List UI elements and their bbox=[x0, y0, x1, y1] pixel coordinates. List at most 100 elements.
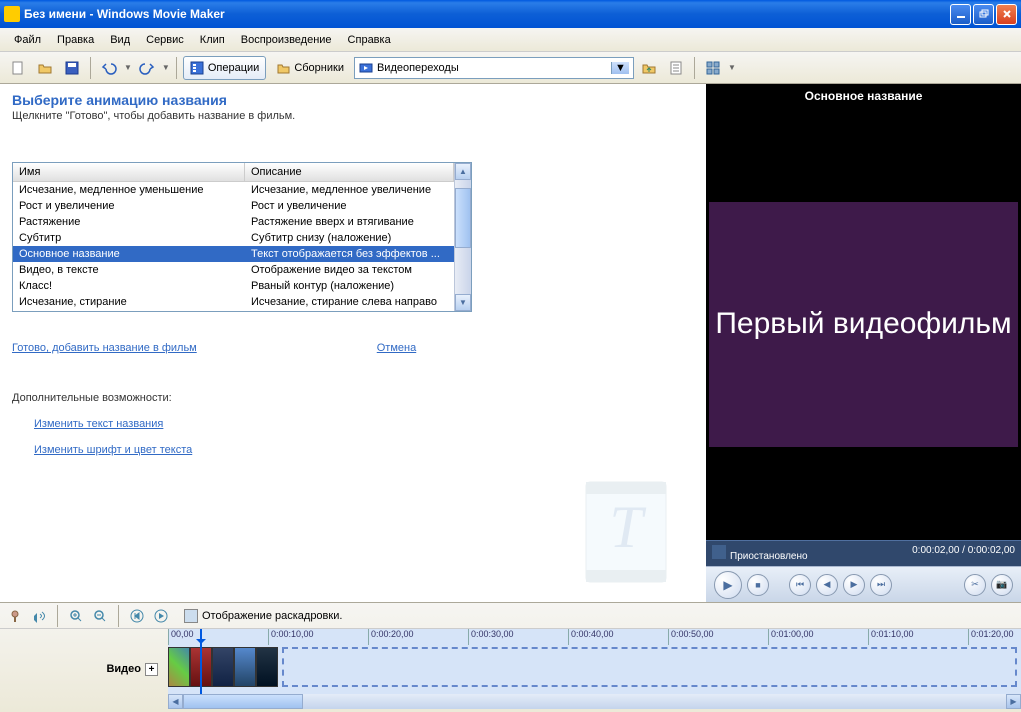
combo-dropdown-icon[interactable]: ▼ bbox=[611, 62, 629, 74]
video-track[interactable]: 00,000:00:10,000:00:20,000:00:30,000:00:… bbox=[168, 629, 1021, 709]
ruler-tick: 00,00 bbox=[168, 629, 268, 645]
hscroll-left-icon[interactable]: ◀ bbox=[168, 694, 183, 709]
next-frame-button[interactable]: ▶ bbox=[843, 574, 865, 596]
menu-clip[interactable]: Клип bbox=[192, 31, 233, 49]
zoom-in-icon[interactable] bbox=[67, 607, 85, 625]
restore-button[interactable] bbox=[973, 4, 994, 25]
redo-icon[interactable] bbox=[135, 56, 159, 80]
hscroll-thumb[interactable] bbox=[183, 694, 303, 709]
play-button[interactable]: ▶ bbox=[714, 571, 742, 599]
hscroll-right-icon[interactable]: ▶ bbox=[1006, 694, 1021, 709]
expand-track-button[interactable]: + bbox=[145, 663, 158, 676]
scroll-thumb[interactable] bbox=[455, 188, 471, 248]
video-clips[interactable] bbox=[168, 647, 278, 689]
table-row[interactable]: Исчезание, стираниеИсчезание, стирание с… bbox=[13, 294, 454, 310]
preview-panel: Основное название Первый видеофильм Прио… bbox=[706, 84, 1021, 602]
minimize-button[interactable] bbox=[950, 4, 971, 25]
preview-status-text: Приостановлено bbox=[730, 551, 808, 562]
menu-edit[interactable]: Правка bbox=[49, 31, 102, 49]
up-folder-icon[interactable] bbox=[637, 56, 661, 80]
ruler-tick: 0:01:20,00 bbox=[968, 629, 1021, 645]
done-link[interactable]: Готово, добавить название в фильм bbox=[12, 342, 197, 354]
play-timeline-icon[interactable] bbox=[152, 607, 170, 625]
cancel-link[interactable]: Отмена bbox=[377, 342, 416, 354]
rewind-button[interactable]: ⏮ bbox=[789, 574, 811, 596]
table-header: Имя Описание bbox=[13, 163, 454, 182]
clip[interactable] bbox=[256, 647, 278, 687]
forward-button[interactable]: ⏭ bbox=[870, 574, 892, 596]
storyboard-icon bbox=[184, 609, 198, 623]
save-icon[interactable] bbox=[60, 56, 84, 80]
properties-icon[interactable] bbox=[664, 56, 688, 80]
scroll-down-icon[interactable]: ▼ bbox=[455, 294, 471, 311]
tasks-button[interactable]: Операции bbox=[183, 56, 266, 80]
menu-playback[interactable]: Воспроизведение bbox=[233, 31, 340, 49]
more-options-heading: Дополнительные возможности: bbox=[12, 392, 694, 404]
title-watermark-icon: T bbox=[576, 472, 676, 592]
ruler-tick: 0:01:10,00 bbox=[868, 629, 968, 645]
narration-icon[interactable] bbox=[6, 607, 24, 625]
clip[interactable] bbox=[168, 647, 190, 687]
collection-combo[interactable]: Видеопереходы ▼ bbox=[354, 57, 634, 79]
rewind-timeline-icon[interactable] bbox=[128, 607, 146, 625]
close-button[interactable] bbox=[996, 4, 1017, 25]
status-icon bbox=[712, 545, 726, 559]
display-mode-label[interactable]: Отображение раскадровки. bbox=[202, 610, 342, 622]
combo-value: Видеопереходы bbox=[377, 62, 611, 74]
timeline-hscrollbar[interactable]: ◀ ▶ bbox=[168, 694, 1021, 709]
open-file-icon[interactable] bbox=[33, 56, 57, 80]
cell-name: Субтитр bbox=[13, 231, 245, 245]
panel-title: Выберите анимацию названия bbox=[12, 92, 694, 108]
ruler-tick: 0:00:50,00 bbox=[668, 629, 768, 645]
column-name[interactable]: Имя bbox=[13, 163, 245, 181]
ruler-tick: 0:00:30,00 bbox=[468, 629, 568, 645]
cell-desc: Субтитр снизу (наложение) bbox=[245, 231, 454, 245]
menu-service[interactable]: Сервис bbox=[138, 31, 192, 49]
cell-name: Исчезание, медленное уменьшение bbox=[13, 183, 245, 197]
cell-desc: Исчезание, стирание слева направо bbox=[245, 295, 454, 309]
table-scrollbar[interactable]: ▲ ▼ bbox=[454, 163, 471, 311]
column-desc[interactable]: Описание bbox=[245, 163, 454, 181]
change-text-link[interactable]: Изменить текст названия bbox=[34, 418, 694, 430]
preview-time: 0:00:02,00 / 0:00:02,00 bbox=[912, 545, 1015, 562]
view-icon[interactable] bbox=[701, 56, 725, 80]
undo-dropdown-icon[interactable]: ▼ bbox=[124, 63, 132, 72]
table-row[interactable]: РастяжениеРастяжение вверх и втягивание bbox=[13, 214, 454, 230]
audio-levels-icon[interactable] bbox=[30, 607, 48, 625]
table-row[interactable]: Исчезание, медленное уменьшениеИсчезание… bbox=[13, 182, 454, 198]
preview-title: Основное название bbox=[706, 84, 1021, 108]
table-row[interactable]: Основное названиеТекст отображается без … bbox=[13, 246, 454, 262]
cell-name: Видео, в тексте bbox=[13, 263, 245, 277]
cell-desc: Рост и увеличение bbox=[245, 199, 454, 213]
cell-name: Исчезание, стирание bbox=[13, 295, 245, 309]
undo-icon[interactable] bbox=[97, 56, 121, 80]
drop-area[interactable] bbox=[282, 647, 1017, 687]
clip[interactable] bbox=[234, 647, 256, 687]
preview-text: Первый видеофильм bbox=[709, 202, 1018, 447]
split-button[interactable]: ✂ bbox=[964, 574, 986, 596]
folder-icon bbox=[276, 61, 290, 75]
prev-frame-button[interactable]: ◀ bbox=[816, 574, 838, 596]
change-font-link[interactable]: Изменить шрифт и цвет текста bbox=[34, 444, 694, 456]
view-dropdown-icon[interactable]: ▼ bbox=[728, 63, 736, 72]
menu-file[interactable]: Файл bbox=[6, 31, 49, 49]
clip[interactable] bbox=[212, 647, 234, 687]
svg-text:T: T bbox=[609, 494, 646, 560]
scroll-up-icon[interactable]: ▲ bbox=[455, 163, 471, 180]
ruler-tick: 0:00:10,00 bbox=[268, 629, 368, 645]
player-controls: ▶ ■ ⏮ ◀ ▶ ⏭ ✂ 📷 bbox=[706, 566, 1021, 602]
table-row[interactable]: Рост и увеличениеРост и увеличение bbox=[13, 198, 454, 214]
table-row[interactable]: Видео, в текстеОтображение видео за текс… bbox=[13, 262, 454, 278]
track-label-video: Видео + bbox=[0, 629, 168, 709]
table-row[interactable]: Класс!Рваный контур (наложение) bbox=[13, 278, 454, 294]
menu-help[interactable]: Справка bbox=[340, 31, 399, 49]
titlebar: Без имени - Windows Movie Maker bbox=[0, 0, 1021, 28]
collections-button[interactable]: Сборники bbox=[269, 56, 351, 80]
table-row[interactable]: СубтитрСубтитр снизу (наложение) bbox=[13, 230, 454, 246]
zoom-out-icon[interactable] bbox=[91, 607, 109, 625]
stop-button[interactable]: ■ bbox=[747, 574, 769, 596]
menu-view[interactable]: Вид bbox=[102, 31, 138, 49]
new-file-icon[interactable] bbox=[6, 56, 30, 80]
redo-dropdown-icon[interactable]: ▼ bbox=[162, 63, 170, 72]
snapshot-button[interactable]: 📷 bbox=[991, 574, 1013, 596]
